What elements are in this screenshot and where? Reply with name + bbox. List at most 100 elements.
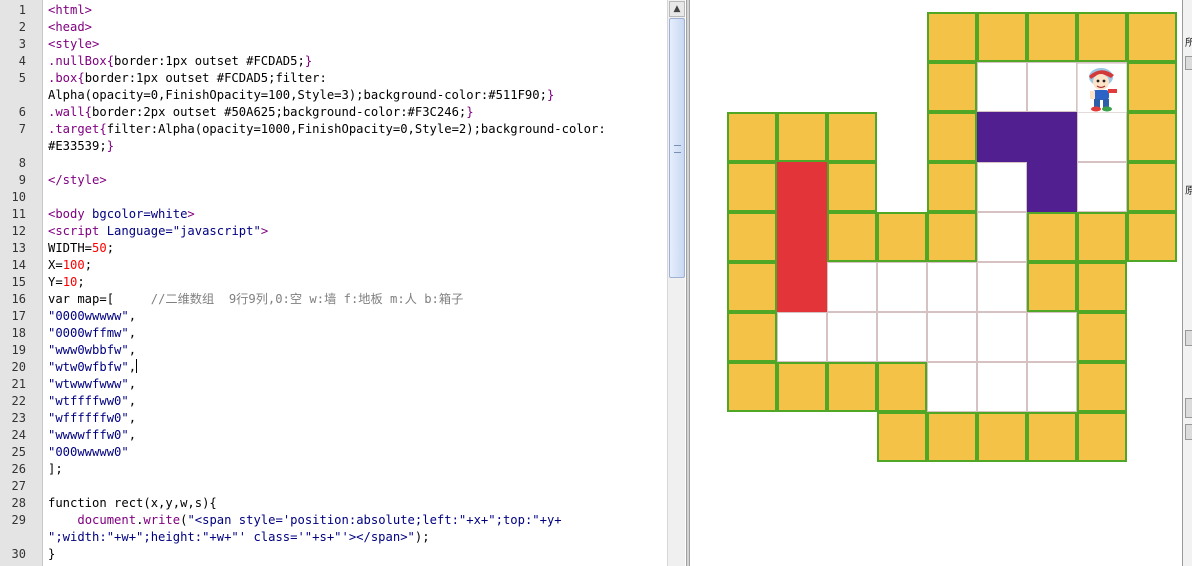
code-line[interactable]: 25 "000wwwww0" xyxy=(0,444,660,461)
panel-control[interactable] xyxy=(1185,398,1192,418)
line-number: 11 xyxy=(11,207,26,221)
wall-cell xyxy=(727,162,777,212)
code-text[interactable]: document.write("<span style='position:ab… xyxy=(48,512,660,546)
code-text[interactable]: function rect(x,y,w,s){ xyxy=(48,495,660,512)
right-side-panel: 所 原 xyxy=(1182,0,1192,566)
floor-cell xyxy=(827,262,877,312)
panel-control[interactable] xyxy=(1185,56,1192,70)
code-text[interactable]: "wtffffww0", xyxy=(48,393,660,410)
wall-cell xyxy=(927,12,977,62)
code-text[interactable]: "0000wffmw", xyxy=(48,325,660,342)
code-text[interactable]: .box{border:1px outset #FCDAD5;filter: A… xyxy=(48,70,660,104)
floor-cell xyxy=(977,312,1027,362)
code-text[interactable]: X=100; xyxy=(48,257,660,274)
wall-cell xyxy=(877,362,927,412)
scroll-up-arrow-icon[interactable]: ▲ xyxy=(669,1,685,17)
code-text[interactable]: <script Language="javascript"> xyxy=(48,223,660,240)
code-text[interactable]: .nullBox{border:1px outset #FCDAD5;} xyxy=(48,53,660,70)
code-text[interactable]: <body bgcolor=white> xyxy=(48,206,660,223)
line-number: 22 xyxy=(11,394,26,408)
code-text[interactable]: } xyxy=(48,546,660,563)
code-line[interactable]: 29 document.write("<span style='position… xyxy=(0,512,660,546)
code-line[interactable]: 24 "wwwwfffw0", xyxy=(0,427,660,444)
code-line[interactable]: 12 <script Language="javascript"> xyxy=(0,223,660,240)
code-line[interactable]: 15 Y=10; xyxy=(0,274,660,291)
code-line[interactable]: 8 xyxy=(0,155,660,172)
code-line[interactable]: 17 "0000wwwww", xyxy=(0,308,660,325)
code-text[interactable]: "wtw0wfbfw", xyxy=(48,359,660,376)
code-text[interactable]: .wall{border:2px outset #50A625;backgrou… xyxy=(48,104,660,121)
panel-control[interactable] xyxy=(1185,330,1192,346)
code-line[interactable]: 14 X=100; xyxy=(0,257,660,274)
code-line[interactable]: 10 xyxy=(0,189,660,206)
code-text[interactable]: "wtwwwfwww", xyxy=(48,376,660,393)
code-token: filter:Alpha(opacity=1000,FinishOpacity=… xyxy=(48,122,613,153)
code-text[interactable]: WIDTH=50; xyxy=(48,240,660,257)
box-cell xyxy=(1027,112,1077,162)
code-line[interactable]: 26]; xyxy=(0,461,660,478)
line-number: 5 xyxy=(18,71,26,85)
code-text[interactable]: </style> xyxy=(48,172,660,189)
panel-control[interactable] xyxy=(1185,424,1192,440)
code-text[interactable]: <head> xyxy=(48,19,660,36)
code-token: "wtffffww0" xyxy=(48,394,129,408)
code-lines[interactable]: 1 <html> 2 <head> 3 <style> 4 .nullBox{border:1… xyxy=(0,2,660,563)
code-text[interactable]: <html> xyxy=(48,2,660,19)
code-text[interactable]: .target{filter:Alpha(opacity=1000,Finish… xyxy=(48,121,660,155)
wall-cell xyxy=(1127,62,1177,112)
code-token: border:1px outset #FCDAD5;filter: Alpha(… xyxy=(48,71,547,102)
code-line[interactable]: 21 "wtwwwfwww", xyxy=(0,376,660,393)
code-line[interactable]: 28 function rect(x,y,w,s){ xyxy=(0,495,660,512)
code-line[interactable]: 3 <style> xyxy=(0,36,660,53)
code-line[interactable]: 6 .wall{border:2px outset #50A625;backgro… xyxy=(0,104,660,121)
code-token: > xyxy=(260,224,269,238)
text-caret xyxy=(136,359,138,373)
code-text[interactable]: ]; xyxy=(48,461,660,478)
code-text[interactable]: "www0wbbfw", xyxy=(48,342,660,359)
code-line[interactable]: 11 <body bgcolor=white> xyxy=(0,206,660,223)
box-cell xyxy=(1027,162,1077,212)
code-line[interactable]: 4 .nullBox{border:1px outset #FCDAD5;} xyxy=(0,53,660,70)
code-text[interactable]: "wffffffw0", xyxy=(48,410,660,427)
wall-cell xyxy=(1077,212,1127,262)
code-line[interactable]: 13 WIDTH=50; xyxy=(0,240,660,257)
code-line[interactable]: 19 "www0wbbfw", xyxy=(0,342,660,359)
code-text[interactable]: var map=[ //二维数组 9行9列,0:空 w:墙 f:地板 m:人 b… xyxy=(48,291,660,308)
line-number: 27 xyxy=(11,479,26,493)
code-token: "0000wwwww" xyxy=(48,309,129,323)
line-number: 12 xyxy=(11,224,26,238)
code-line[interactable]: 30} xyxy=(0,546,660,563)
code-token: Language="javascript" xyxy=(99,224,261,238)
code-line[interactable]: 16 var map=[ //二维数组 9行9列,0:空 w:墙 f:地板 m:人… xyxy=(0,291,660,308)
vertical-scrollbar[interactable]: ▲ xyxy=(667,0,685,566)
code-line[interactable]: 1 <html> xyxy=(0,2,660,19)
code-line[interactable]: 20 "wtw0wfbfw", xyxy=(0,359,660,376)
floor-cell xyxy=(977,62,1027,112)
wall-cell xyxy=(1027,262,1077,312)
code-editor[interactable]: 1 <html> 2 <head> 3 <style> 4 .nullBox{border:1… xyxy=(0,0,686,566)
code-text[interactable]: <style> xyxy=(48,36,660,53)
floor-cell xyxy=(777,312,827,362)
code-line[interactable]: 7 .target{filter:Alpha(opacity=1000,Finis… xyxy=(0,121,660,155)
code-token: function rect(x,y,w,s){ xyxy=(48,496,217,510)
code-line[interactable]: 9 </style> xyxy=(0,172,660,189)
code-text[interactable]: "wwwwfffw0", xyxy=(48,427,660,444)
code-token: } xyxy=(304,54,313,68)
code-line[interactable]: 27 xyxy=(0,478,660,495)
line-number: 10 xyxy=(11,190,26,204)
line-number: 18 xyxy=(11,326,26,340)
code-text[interactable]: Y=10; xyxy=(48,274,660,291)
floor-cell xyxy=(1077,112,1127,162)
code-text[interactable]: "0000wwwww", xyxy=(48,308,660,325)
code-line[interactable]: 22 "wtffffww0", xyxy=(0,393,660,410)
scroll-thumb[interactable] xyxy=(669,18,685,278)
box-cell xyxy=(977,112,1027,162)
code-line[interactable]: 18 "0000wffmw", xyxy=(0,325,660,342)
code-text[interactable]: "000wwwww0" xyxy=(48,444,660,461)
code-line[interactable]: 2 <head> xyxy=(0,19,660,36)
wall-cell xyxy=(977,412,1027,462)
code-line[interactable]: 5 .box{border:1px outset #FCDAD5;filter: … xyxy=(0,70,660,104)
code-line[interactable]: 23 "wffffffw0", xyxy=(0,410,660,427)
wall-cell xyxy=(827,362,877,412)
line-number: 15 xyxy=(11,275,26,289)
